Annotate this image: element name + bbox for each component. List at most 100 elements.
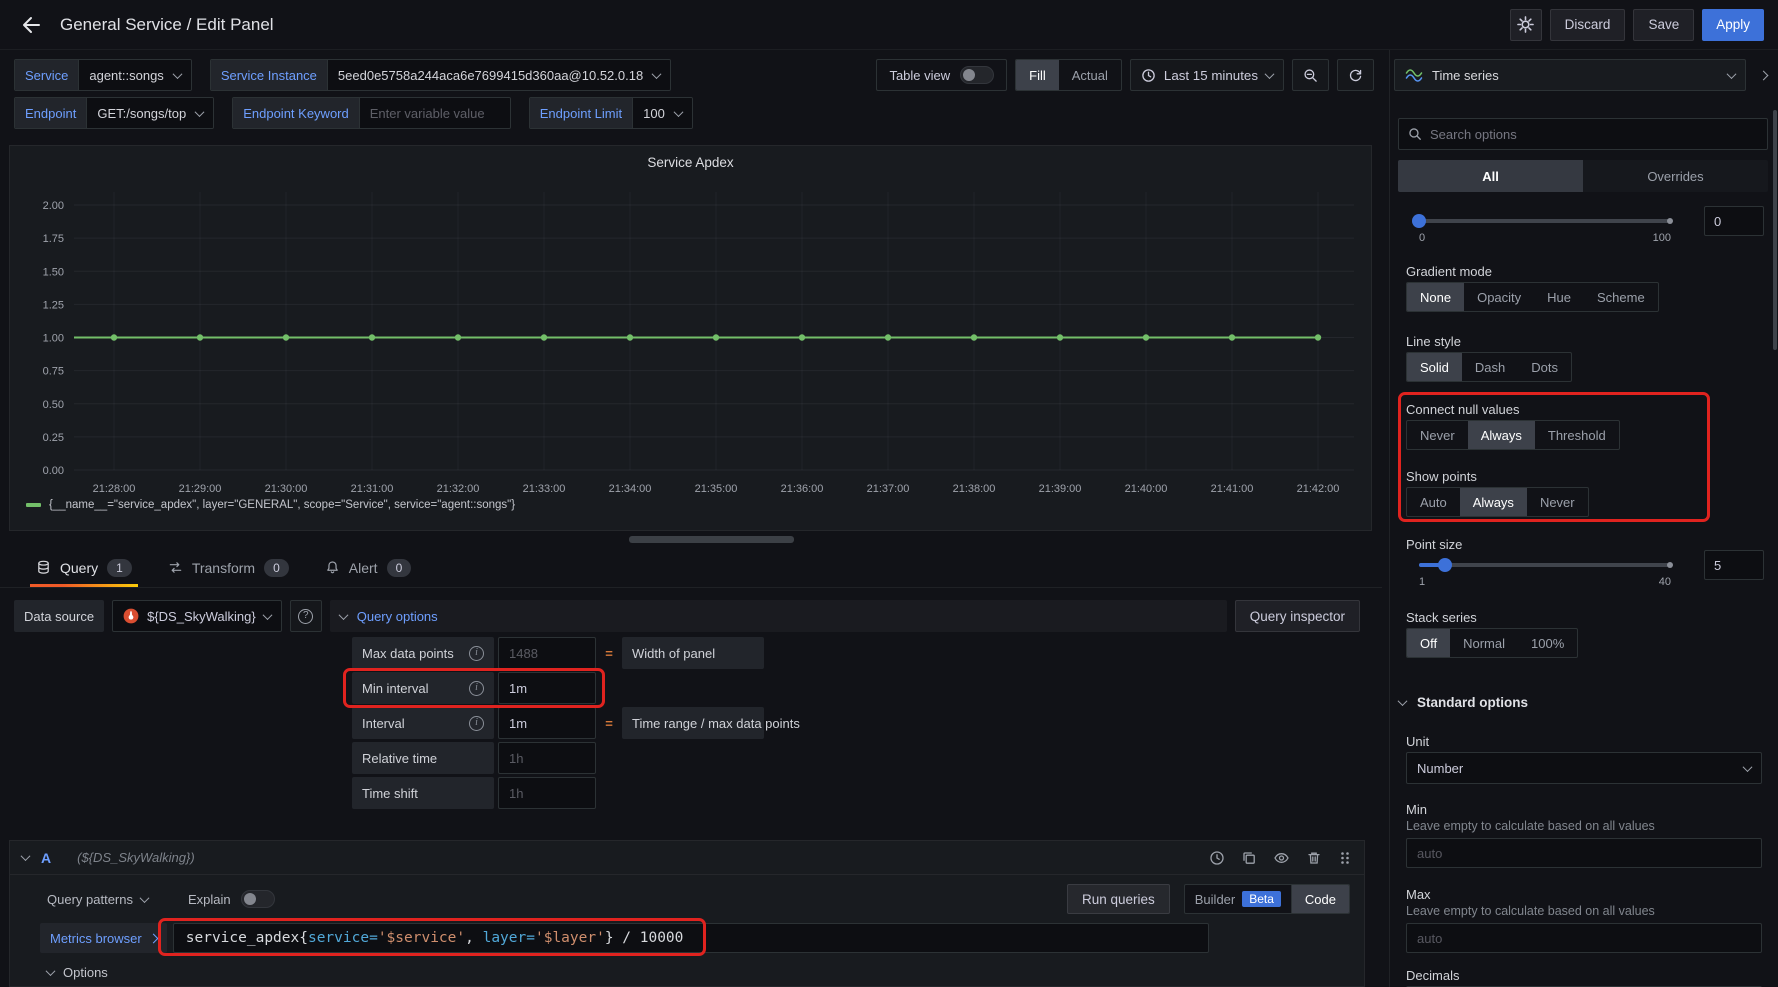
- endpoint-dropdown[interactable]: GET:/songs/top: [87, 98, 213, 128]
- option-actual[interactable]: Actual: [1059, 60, 1121, 90]
- option-never[interactable]: Never: [1527, 488, 1588, 516]
- header-actions: Discard Save Apply: [1510, 9, 1764, 41]
- service-instance-dropdown[interactable]: 5eed0e5758a244aca6e7699415d360aa@10.52.0…: [328, 60, 670, 90]
- explain-toggle[interactable]: [241, 890, 275, 908]
- option-solid[interactable]: Solid: [1407, 353, 1462, 381]
- option-100-[interactable]: 100%: [1518, 629, 1577, 657]
- relative-time-input[interactable]: 1h: [498, 742, 596, 774]
- interval-input[interactable]: 1m: [498, 707, 596, 739]
- info-icon: [469, 646, 484, 661]
- svg-text:21:34:00: 21:34:00: [609, 483, 652, 495]
- option-threshold[interactable]: Threshold: [1535, 421, 1619, 449]
- max-label: Max: [1406, 887, 1431, 902]
- min-interval-label: Min interval: [352, 672, 494, 704]
- apply-button[interactable]: Apply: [1702, 9, 1764, 41]
- endpoint-limit-dropdown[interactable]: 100: [633, 98, 692, 128]
- option-normal[interactable]: Normal: [1450, 629, 1518, 657]
- option-always[interactable]: Always: [1460, 488, 1527, 516]
- slider-track[interactable]: [1419, 219, 1671, 223]
- query-inspector-button[interactable]: Query inspector: [1235, 600, 1360, 632]
- slider-track[interactable]: [1419, 563, 1671, 567]
- option-always[interactable]: Always: [1468, 421, 1535, 449]
- query-options-footer[interactable]: Options: [47, 965, 1350, 980]
- chevron-down-icon: [1265, 69, 1275, 79]
- editor-tabs: Query 1 Transform 0 Alert 0: [0, 548, 1382, 588]
- max-data-points-label: Max data points: [352, 637, 494, 669]
- max-input[interactable]: [1406, 923, 1762, 953]
- drag-handle-icon[interactable]: [1338, 850, 1352, 866]
- time-range-picker[interactable]: Last 15 minutes: [1130, 59, 1284, 91]
- query-card-header[interactable]: A (${DS_SkyWalking}): [10, 841, 1364, 875]
- query-expression-input[interactable]: service_apdex{service='$service', layer=…: [173, 923, 1209, 953]
- eye-icon[interactable]: [1273, 850, 1290, 866]
- collapse-options-button[interactable]: [1750, 59, 1776, 91]
- metrics-browser-button[interactable]: Metrics browser: [40, 923, 167, 953]
- chart-legend[interactable]: {__name__="service_apdex", layer="GENERA…: [26, 499, 515, 511]
- history-icon[interactable]: [1209, 850, 1225, 866]
- chevron-down-icon: [21, 851, 31, 861]
- stack-series-label: Stack series: [1406, 610, 1477, 625]
- option-auto[interactable]: Auto: [1407, 488, 1460, 516]
- copy-icon[interactable]: [1241, 850, 1257, 866]
- code-option[interactable]: Code: [1291, 885, 1349, 913]
- min-input[interactable]: [1406, 838, 1762, 868]
- horizontal-scrollbar[interactable]: [629, 536, 794, 543]
- run-queries-button[interactable]: Run queries: [1067, 884, 1170, 914]
- datasource-picker[interactable]: ${DS_SkyWalking}: [112, 600, 282, 632]
- svg-text:1.25: 1.25: [43, 299, 64, 311]
- option-scheme[interactable]: Scheme: [1584, 283, 1658, 311]
- min-help-text: Leave empty to calculate based on all va…: [1406, 819, 1655, 833]
- tab-transform[interactable]: Transform 0: [162, 548, 295, 587]
- slider-thumb[interactable]: [1412, 214, 1426, 228]
- slider-value-input[interactable]: 0: [1704, 206, 1764, 236]
- tab-query[interactable]: Query 1: [30, 548, 138, 587]
- slider-end-dot: [1667, 218, 1673, 224]
- connect-null-label: Connect null values: [1406, 402, 1519, 417]
- unit-select[interactable]: Number: [1406, 752, 1762, 784]
- tab-transform-label: Transform: [192, 560, 255, 576]
- sidebar-scrollbar[interactable]: [1773, 110, 1777, 350]
- option-hue[interactable]: Hue: [1534, 283, 1584, 311]
- option-overrides[interactable]: Overrides: [1583, 160, 1768, 192]
- options-search-input[interactable]: [1430, 127, 1758, 142]
- option-all[interactable]: All: [1398, 160, 1583, 192]
- datasource-help-button[interactable]: [290, 600, 322, 632]
- refresh-icon: [1348, 68, 1363, 83]
- query-toolbar-row: Query patterns Explain Run queries Build…: [47, 884, 1350, 914]
- interval-desc: Time range / max data points: [622, 707, 764, 739]
- refresh-button[interactable]: [1337, 59, 1374, 91]
- option-off[interactable]: Off: [1407, 629, 1450, 657]
- option-none[interactable]: None: [1407, 283, 1464, 311]
- min-interval-input[interactable]: 1m: [498, 672, 596, 704]
- slider-range-labels: 140: [1419, 576, 1671, 588]
- time-shift-input[interactable]: 1h: [498, 777, 596, 809]
- table-view-toggle[interactable]: [960, 66, 994, 84]
- max-data-points-input[interactable]: 1488: [498, 637, 596, 669]
- option-dots[interactable]: Dots: [1518, 353, 1571, 381]
- query-options-header[interactable]: Query options: [330, 600, 1227, 632]
- table-view-group: Table view: [876, 59, 1007, 91]
- option-fill[interactable]: Fill: [1016, 60, 1059, 90]
- options-filter-tabs: AllOverrides: [1398, 160, 1768, 192]
- back-button[interactable]: [14, 8, 48, 42]
- slider-thumb[interactable]: [1438, 558, 1452, 572]
- option-opacity[interactable]: Opacity: [1464, 283, 1534, 311]
- slider-value-input[interactable]: 5: [1704, 550, 1764, 580]
- chevron-right-icon: [148, 933, 158, 943]
- tab-alert[interactable]: Alert 0: [319, 548, 417, 587]
- save-button[interactable]: Save: [1633, 9, 1694, 41]
- discard-button[interactable]: Discard: [1550, 9, 1626, 41]
- visualization-picker[interactable]: Time series: [1394, 59, 1746, 91]
- datasource-value: ${DS_SkyWalking}: [147, 609, 256, 624]
- standard-options-header[interactable]: Standard options: [1399, 695, 1528, 710]
- option-never[interactable]: Never: [1407, 421, 1468, 449]
- builder-option[interactable]: BuilderBeta: [1185, 891, 1291, 907]
- zoom-out-button[interactable]: [1292, 59, 1329, 91]
- trash-icon[interactable]: [1306, 850, 1322, 866]
- service-dropdown[interactable]: agent::songs: [79, 60, 190, 90]
- endpoint-keyword-input[interactable]: [360, 98, 510, 128]
- panel-settings-button[interactable]: [1510, 9, 1542, 41]
- option-dash[interactable]: Dash: [1462, 353, 1518, 381]
- query-patterns-dropdown[interactable]: Query patterns: [47, 892, 148, 907]
- point-size-slider-row: 140 5: [1406, 548, 1766, 596]
